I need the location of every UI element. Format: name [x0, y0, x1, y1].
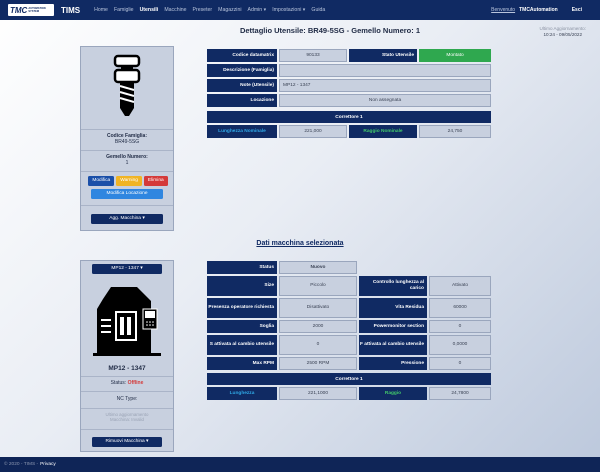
nav-item-impostazioni[interactable]: Impostazioni ▾	[272, 7, 305, 13]
top-navbar: TMC AUTOMATION SYSTEM TIMS Home Famiglie …	[0, 0, 600, 20]
s-tool-change-value: 0	[279, 335, 357, 355]
machine-radius-value: 24,7800	[429, 387, 491, 400]
residual-life-label: Vita Residua	[359, 298, 427, 318]
logout-link[interactable]: Esci	[572, 7, 582, 13]
powermonitor-value: 0	[429, 320, 491, 333]
nav-item-guida[interactable]: Guida	[311, 7, 325, 13]
family-value: BR49-5SG	[114, 139, 140, 145]
operator-required-value: Disattivato	[279, 298, 357, 318]
machine-select-dropdown[interactable]: MP12 - 1347 ▾	[92, 264, 162, 274]
machine-section-title: Dati macchina selezionata	[256, 240, 344, 247]
brand-name[interactable]: TIMS	[61, 6, 80, 15]
nominal-radius-value: 24,750	[419, 125, 491, 138]
machine-last-update: Ultimo aggiornamento Macchina: Invalid	[105, 412, 149, 422]
user-area: Benvenuto TMCAutomation Esci	[491, 0, 582, 20]
length-check-label: Controllo lunghezza al carico	[359, 276, 427, 296]
username[interactable]: TMCAutomation	[519, 7, 558, 13]
residual-life-value: 60000	[429, 298, 491, 318]
tool-status-label: Stato Utensile	[349, 49, 417, 62]
machine-corrector-header: Correttore 1	[207, 373, 491, 385]
max-rpm-label: Max RPM	[207, 357, 277, 370]
tool-status-badge: Montato	[419, 49, 491, 62]
nav-item-utensili[interactable]: Utensili	[140, 7, 159, 13]
nav-item-magazzini[interactable]: Magazzini	[218, 7, 241, 13]
max-rpm-value: 2500 RPM	[279, 357, 357, 370]
pressure-value: 0	[429, 357, 491, 370]
machine-card: MP12 - 1347 ▾ MP12 - 1347 Status: Offlin…	[80, 260, 174, 452]
machine-length-value: 221,1000	[279, 387, 357, 400]
nc-type: NC Type:	[81, 396, 173, 402]
size-label: Size	[207, 276, 277, 296]
copyright: © 2020 - TIMS -	[4, 462, 39, 467]
cnc-machine-icon	[87, 279, 167, 359]
edit-location-button[interactable]: Modifica Locazione	[91, 189, 163, 199]
machine-status-value: Offline	[127, 380, 144, 386]
nav-menu: Home Famiglie Utensili Macchine Preseter…	[94, 7, 325, 13]
machine-radius-label: Raggio	[359, 387, 427, 400]
threshold-label: Soglia	[207, 320, 277, 333]
location-value: Non assegnata	[279, 94, 491, 107]
nominal-length-label: Lunghezza Nominale	[207, 125, 277, 138]
nominal-length-value: 221,000	[279, 125, 347, 138]
nav-item-preseter[interactable]: Preseter	[193, 7, 213, 13]
privacy-link[interactable]: Privacy	[40, 462, 56, 467]
nominal-radius-label: Raggio Nominale	[349, 125, 417, 138]
s-tool-change-label: S attivata al cambio utensile	[207, 335, 277, 355]
pressure-label: Pressione	[359, 357, 427, 370]
notes-value: MP12 - 1347	[279, 79, 491, 92]
nav-item-home[interactable]: Home	[94, 7, 108, 13]
machine-status-row-label: Status	[207, 261, 277, 274]
f-tool-change-label: F attivata al cambio utensile	[359, 335, 427, 355]
last-update-label: Ultimo Aggiornamento:	[539, 26, 586, 31]
length-check-value: Attivato	[429, 276, 491, 296]
family-info: Codice Famiglia: BR49-5SG	[81, 133, 173, 145]
last-update-value: 10:24 - 09/05/2022	[543, 32, 583, 37]
description-label: Descrizione (Famiglia)	[207, 64, 277, 77]
last-update: Ultimo Aggiornamento: 10:24 - 09/05/2022	[540, 25, 586, 38]
powermonitor-label: Powermonitor section	[359, 320, 427, 333]
warning-button[interactable]: Warning	[116, 176, 142, 186]
nav-item-famiglie[interactable]: Famiglie	[114, 7, 134, 13]
logo-subtitle: AUTOMATION SYSTEM	[28, 7, 46, 13]
corrector-header: Correttore 1	[207, 111, 491, 123]
remove-machine-dropdown[interactable]: Rimuovi Macchina ▾	[92, 437, 162, 447]
operator-required-label: Presenza operatore richiesta	[207, 298, 277, 318]
drill-bit-icon	[81, 47, 173, 127]
add-machine-dropdown[interactable]: Agg. Macchina ▾	[91, 214, 163, 224]
machine-status: Status: Offline	[81, 380, 173, 386]
nav-item-macchine[interactable]: Macchine	[164, 7, 186, 13]
datamatrix-label: Codice datamatrix	[207, 49, 277, 62]
edit-button[interactable]: Modifica	[88, 176, 115, 186]
nc-type-label: NC Type:	[116, 396, 138, 402]
location-label: Locazione	[207, 94, 277, 107]
machine-name: MP12 - 1347	[108, 365, 146, 372]
footer: © 2020 - TIMS - Privacy	[0, 457, 600, 472]
machine-length-label: Lunghezza	[207, 387, 277, 400]
twin-value: 1	[125, 160, 129, 166]
nav-item-admin[interactable]: Admin ▾	[247, 7, 266, 13]
twin-info: Gemello Numero: 1	[81, 154, 173, 166]
page-title: Dettaglio Utensile: BR49-5SG - Gemello N…	[239, 26, 421, 35]
notes-label: Note (Utensile)	[207, 79, 277, 92]
f-tool-change-value: 0,0000	[429, 335, 491, 355]
tool-card: Codice Famiglia: BR49-5SG Gemello Numero…	[80, 46, 174, 231]
delete-button[interactable]: Elimina	[143, 176, 168, 186]
logo-mark: TMC	[10, 5, 28, 15]
threshold-value: 2000	[279, 320, 357, 333]
description-value	[279, 64, 491, 77]
welcome-link[interactable]: Benvenuto	[491, 7, 515, 13]
size-value: Piccolo	[279, 276, 357, 296]
datamatrix-value: 90133	[279, 49, 347, 62]
tmc-logo[interactable]: TMC AUTOMATION SYSTEM	[8, 4, 54, 16]
machine-status-row-value: Nuovo	[279, 261, 357, 274]
machine-status-label: Status:	[110, 380, 127, 386]
